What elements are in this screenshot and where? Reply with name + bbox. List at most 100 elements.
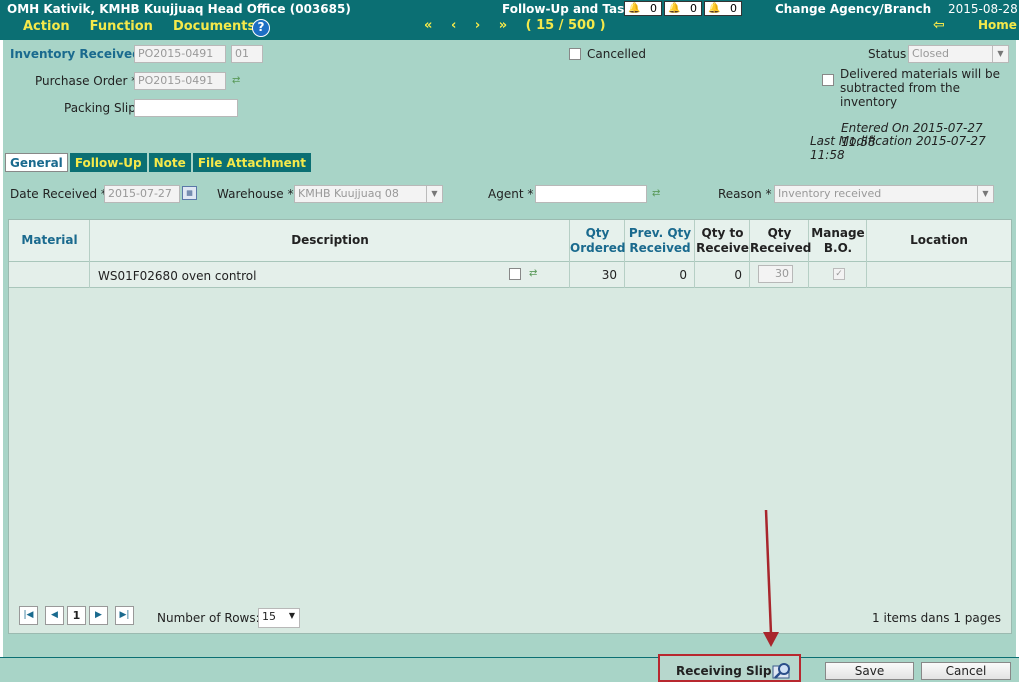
lookup-icon[interactable]: ⇄ xyxy=(529,268,543,280)
rows-select[interactable]: 15 ▼ xyxy=(258,608,300,628)
page-number-button[interactable]: 1 xyxy=(67,606,86,625)
arrow-down-icon xyxy=(763,510,779,647)
lookup-icon[interactable]: ⇄ xyxy=(652,188,666,200)
row-checkbox[interactable] xyxy=(509,268,521,280)
main-menu: Action Function Documents xyxy=(23,19,275,34)
notification-badges: 🔔 0 🔔 0 🔔 0 xyxy=(624,1,742,16)
page-next-button[interactable]: ▶ xyxy=(89,606,108,625)
cancel-button[interactable]: Cancel xyxy=(921,662,1011,680)
lookup-icon[interactable]: ⇄ xyxy=(232,75,246,87)
cell-qty-ordered: 30 xyxy=(601,268,617,282)
status-value: Closed xyxy=(912,47,949,60)
change-agency-link[interactable]: Change Agency/Branch xyxy=(775,2,931,16)
cell-qty-to-receive: 0 xyxy=(734,268,742,282)
tab-general[interactable]: General xyxy=(5,153,68,172)
arrow-left-icon[interactable]: ⇦ xyxy=(933,17,945,33)
packing-slip-field[interactable] xyxy=(134,99,238,117)
home-link[interactable]: Home xyxy=(978,18,1017,32)
packing-slip-label: Packing Slip xyxy=(64,101,136,115)
column-manage-bo: Manage B.O. xyxy=(809,226,867,256)
page-first-button[interactable]: |◀ xyxy=(19,606,38,625)
red-bell-badge[interactable]: 🔔 0 xyxy=(624,1,662,16)
menu-action[interactable]: Action xyxy=(23,19,70,34)
cancelled-label: Cancelled xyxy=(587,47,646,61)
chevron-down-icon: ▼ xyxy=(288,611,295,620)
current-date: 2015-08-28 xyxy=(948,2,1018,16)
last-modification: Last Modification 2015-07-27 11:58 xyxy=(810,134,986,162)
page-last-button[interactable]: ▶| xyxy=(115,606,134,625)
chevron-down-icon: ▼ xyxy=(977,186,993,202)
column-location: Location xyxy=(910,233,968,247)
column-qty-to-receive-line2: Receive xyxy=(696,241,749,255)
column-qty-ordered[interactable]: Qty Ordered xyxy=(570,226,626,256)
manage-bo-checkbox[interactable]: ✓ xyxy=(833,268,845,280)
column-material[interactable]: Material xyxy=(9,233,90,248)
materials-grid: Material Description Qty Ordered Prev. Q… xyxy=(8,219,1012,634)
tab-note[interactable]: Note xyxy=(148,153,191,172)
cancelled-checkbox[interactable] xyxy=(569,48,581,60)
cell-description: WS01F02680 oven control xyxy=(98,269,257,283)
top-bar: OMH Kativik, KMHB Kuujjuaq Head Office (… xyxy=(0,0,1019,40)
chevron-down-icon: ▼ xyxy=(426,186,442,202)
delivered-label-line1: Delivered materials will be xyxy=(840,67,1001,81)
inventory-received-suffix-field[interactable]: 01 xyxy=(231,45,263,63)
rows-label: Number of Rows: xyxy=(157,611,260,625)
nav-first-button[interactable]: « xyxy=(424,18,432,33)
reason-value: Inventory received xyxy=(778,187,882,200)
delivered-label: Delivered materials will be subtracted f… xyxy=(840,67,1019,109)
warehouse-select[interactable]: KMHB Kuujjuaq 08 ▼ xyxy=(294,185,443,203)
green-bell-icon: 🔔 xyxy=(708,3,721,14)
delivered-checkbox[interactable] xyxy=(822,74,834,86)
warehouse-value: KMHB Kuujjuaq 08 xyxy=(298,187,399,200)
tab-follow-up[interactable]: Follow-Up xyxy=(69,153,147,172)
calendar-icon[interactable]: ▦ xyxy=(182,186,197,200)
follow-up-task-label[interactable]: Follow-Up and Task xyxy=(502,2,632,16)
column-description: Description xyxy=(291,233,369,247)
cell-prev-qty: 0 xyxy=(679,268,687,282)
grid-pager: |◀ ◀ 1 ▶ ▶| xyxy=(19,606,134,625)
column-qty-received-line2: Received xyxy=(750,241,812,255)
status-select[interactable]: Closed ▼ xyxy=(908,45,1009,63)
warehouse-label: Warehouse * xyxy=(217,187,294,201)
column-prev-qty-line1: Prev. Qty xyxy=(628,226,692,240)
nav-last-button[interactable]: » xyxy=(499,18,507,33)
column-qty-ordered-line2: Ordered xyxy=(570,241,626,255)
tab-file-attachment[interactable]: File Attachment xyxy=(192,153,311,172)
menu-documents[interactable]: Documents xyxy=(173,19,255,34)
help-icon[interactable]: ? xyxy=(252,19,270,37)
nav-prev-button[interactable]: ‹ xyxy=(451,18,456,33)
organization-title: OMH Kativik, KMHB Kuujjuaq Head Office (… xyxy=(7,2,351,16)
green-bell-count: 0 xyxy=(730,2,737,15)
inventory-received-field[interactable]: PO2015-0491 xyxy=(134,45,226,63)
column-manage-bo-line2: B.O. xyxy=(823,241,853,255)
date-received-label: Date Received * xyxy=(10,187,107,201)
reason-select[interactable]: Inventory received ▼ xyxy=(774,185,994,203)
agent-field[interactable] xyxy=(535,185,647,203)
column-qty-to-receive-line1: Qty to xyxy=(701,226,744,240)
green-bell-badge[interactable]: 🔔 0 xyxy=(704,1,742,16)
column-divider xyxy=(9,220,90,288)
column-prev-qty-line2: Received xyxy=(629,241,691,255)
tab-bar: General Follow-Up Note File Attachment xyxy=(5,153,313,172)
inventory-received-label: Inventory Received xyxy=(10,47,141,61)
yellow-bell-icon: 🔔 xyxy=(668,3,681,14)
red-bell-icon: 🔔 xyxy=(628,3,641,14)
record-position: ( 15 / 500 ) xyxy=(525,18,606,33)
purchase-order-field[interactable]: PO2015-0491 xyxy=(134,72,226,90)
save-button[interactable]: Save xyxy=(825,662,914,680)
qty-received-input[interactable]: 30 xyxy=(758,265,793,283)
receiving-slip-button[interactable]: Receiving Slip xyxy=(658,654,801,682)
record-navigation: « ‹ › » ( 15 / 500 ) xyxy=(424,18,620,33)
agent-label: Agent * xyxy=(488,187,534,201)
yellow-bell-badge[interactable]: 🔔 0 xyxy=(664,1,702,16)
column-prev-qty[interactable]: Prev. Qty Received xyxy=(625,226,695,256)
column-qty-received: Qty Received xyxy=(750,226,812,256)
menu-function[interactable]: Function xyxy=(90,19,153,34)
nav-next-button[interactable]: › xyxy=(475,18,480,33)
column-qty-to-receive: Qty to Receive xyxy=(695,226,750,256)
page-prev-button[interactable]: ◀ xyxy=(45,606,64,625)
date-received-field[interactable]: 2015-07-27 xyxy=(104,185,180,203)
yellow-bell-count: 0 xyxy=(690,2,697,15)
red-bell-count: 0 xyxy=(650,2,657,15)
delivered-label-line2: subtracted from the inventory xyxy=(840,81,961,109)
